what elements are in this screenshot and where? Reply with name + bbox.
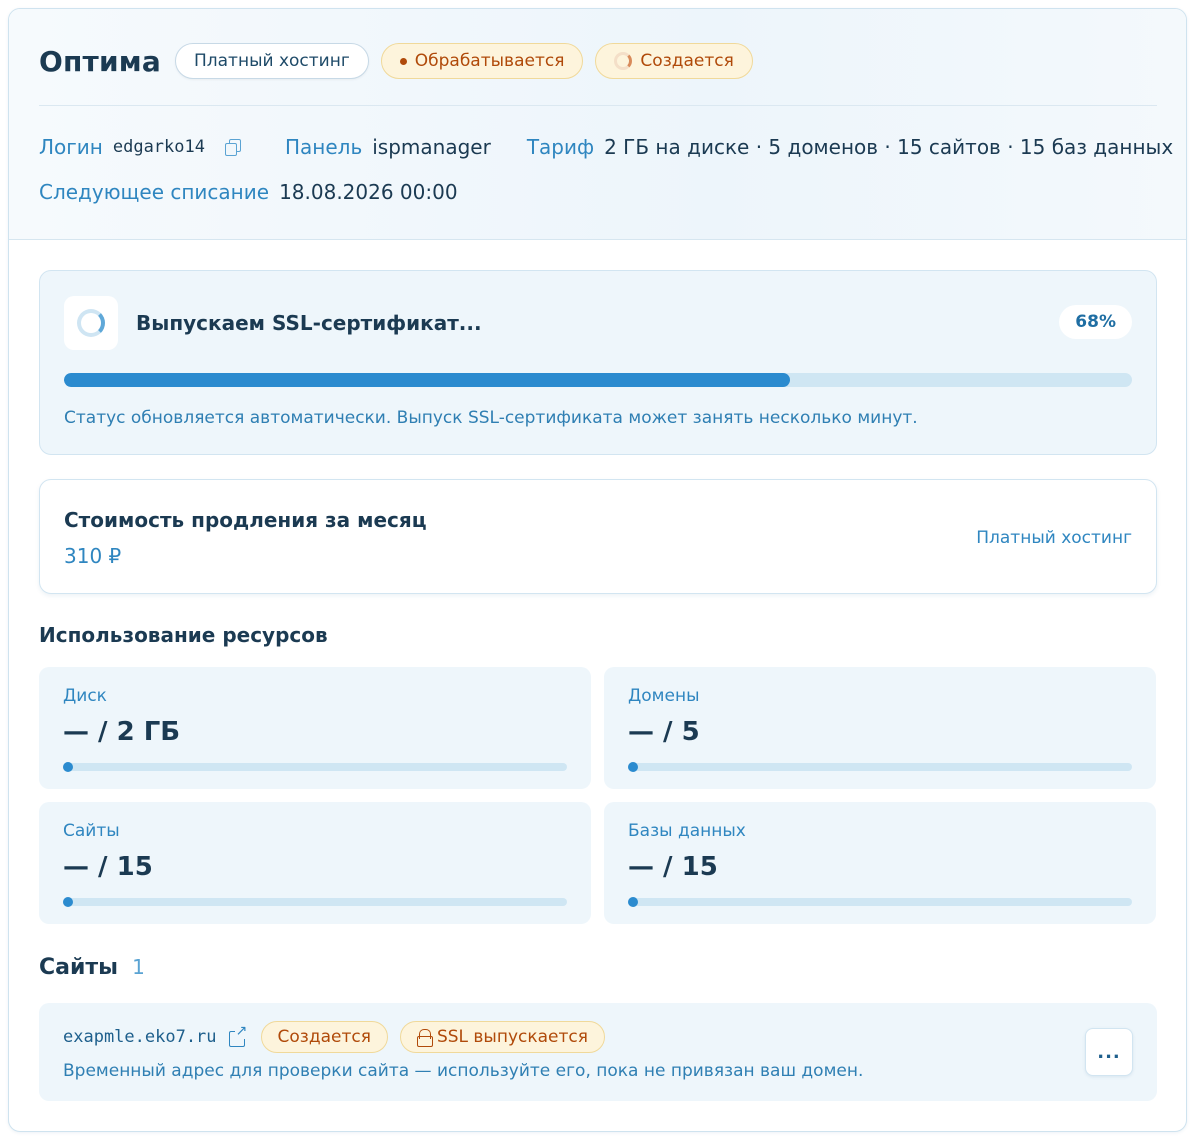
external-link-icon[interactable] xyxy=(228,1023,249,1047)
site-line: exapmle.eko7.ru Создается SSL выпускаетс… xyxy=(63,1021,605,1053)
resource-label: Базы данных xyxy=(628,821,746,841)
resource-sites: Сайты — / 15 xyxy=(39,802,591,924)
ssl-progress-panel: Выпускаем SSL-сертификат... 68% Статус о… xyxy=(39,270,1157,455)
hosting-type-badge: Платный хостинг xyxy=(174,43,369,79)
ssl-progress-note: Статус обновляется автоматически. Выпуск… xyxy=(64,408,918,428)
hosting-card: Оптима Платный хостинг Обрабатывается Со… xyxy=(8,8,1187,1132)
plan-title: Оптима xyxy=(39,44,161,78)
next-charge-value: 18.08.2026 00:00 xyxy=(279,180,458,204)
title-row: Оптима Платный хостинг Обрабатывается Со… xyxy=(39,41,753,81)
order-status-label: Обрабатывается xyxy=(414,51,565,71)
renewal-title: Стоимость продления за месяц xyxy=(64,508,427,532)
renewal-tag: Платный хостинг xyxy=(976,528,1132,548)
hosting-header: Оптима Платный хостинг Обрабатывается Со… xyxy=(9,9,1186,240)
site-item: exapmle.eko7.ru Создается SSL выпускаетс… xyxy=(39,1003,1157,1101)
order-status-badge: Обрабатывается xyxy=(380,43,584,79)
resource-bar-fill xyxy=(628,897,638,907)
resource-label: Сайты xyxy=(63,821,120,841)
resource-bar-fill xyxy=(628,762,638,772)
resource-bar xyxy=(63,762,567,772)
panel-label: Панель xyxy=(284,135,363,159)
resource-bar-fill xyxy=(63,762,73,772)
renewal-cost-card: Стоимость продления за месяц 310 ₽ Платн… xyxy=(39,479,1157,594)
more-actions-button[interactable]: ... xyxy=(1085,1028,1133,1076)
ssl-icon-box xyxy=(64,296,118,350)
resource-value: — / 15 xyxy=(628,852,718,882)
meta-row-main: Логин edgarko14 Панель ispmanager Тариф … xyxy=(39,135,1173,159)
next-charge-label: Следующее списание xyxy=(39,180,270,204)
service-status-badge: Создается xyxy=(595,43,753,79)
resource-bar-fill xyxy=(63,897,73,907)
sites-title: Сайты xyxy=(39,955,119,980)
login-label: Логин xyxy=(39,135,103,159)
ssl-status-badge: SSL выпускается xyxy=(399,1021,605,1053)
status-dot-icon xyxy=(399,57,407,65)
resource-disk: Диск — / 2 ГБ xyxy=(39,667,591,789)
loading-spinner-icon xyxy=(77,309,105,337)
site-domain-link[interactable]: exapmle.eko7.ru xyxy=(63,1027,217,1047)
meta-row-billing: Следующее списание 18.08.2026 00:00 xyxy=(39,180,458,204)
spinner-icon xyxy=(614,52,633,70)
panel-value: ispmanager xyxy=(372,135,491,159)
renewal-price: 310 ₽ xyxy=(64,544,122,568)
site-status-badge: Создается xyxy=(260,1021,388,1053)
site-hint: Временный адрес для проверки сайта — исп… xyxy=(63,1061,864,1081)
resources-title: Использование ресурсов xyxy=(39,623,328,647)
service-status-label: Создается xyxy=(640,51,734,71)
ssl-status-label: SSL выпускается xyxy=(436,1027,588,1047)
resource-bar xyxy=(63,897,567,907)
resource-value: — / 15 xyxy=(63,852,153,882)
resource-domains: Домены — / 5 xyxy=(604,667,1156,789)
ssl-progress-title: Выпускаем SSL-сертификат... xyxy=(136,311,482,335)
login-value: edgarko14 xyxy=(112,137,205,157)
sites-count: 1 xyxy=(132,955,145,979)
ssl-progress-fill xyxy=(64,373,791,387)
resource-label: Домены xyxy=(628,686,700,706)
lock-icon xyxy=(416,1029,433,1047)
ssl-progress-percent: 68% xyxy=(1059,305,1132,339)
copy-icon[interactable] xyxy=(224,139,241,156)
header-divider xyxy=(39,105,1157,106)
resource-databases: Базы данных — / 15 xyxy=(604,802,1156,924)
tariff-value: 2 ГБ на диске · 5 доменов · 15 сайтов · … xyxy=(604,135,1174,159)
resource-value: — / 5 xyxy=(628,717,700,747)
ssl-progress-bar xyxy=(64,373,1132,387)
resource-bar xyxy=(628,897,1132,907)
tariff-label: Тариф xyxy=(526,135,595,159)
resource-value: — / 2 ГБ xyxy=(63,717,181,747)
sites-title-row: Сайты 1 xyxy=(39,955,145,980)
resource-label: Диск xyxy=(63,686,107,706)
resource-bar xyxy=(628,762,1132,772)
